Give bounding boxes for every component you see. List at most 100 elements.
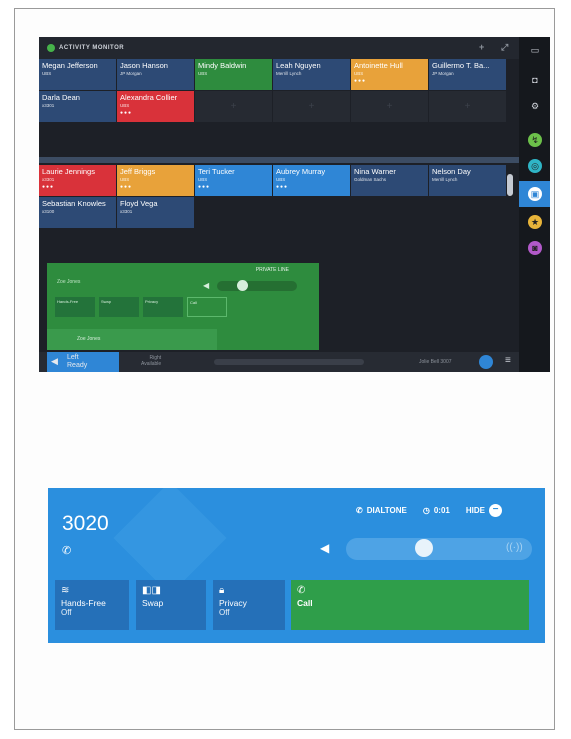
contact-company: Goldman Sachs [354,177,387,182]
footer-info: Jolie Bell 3007 [419,359,452,365]
add-icon[interactable]: + [479,42,485,52]
contact-name: Sebastian Knowles [42,199,106,208]
contact-tile[interactable]: Megan Jefferson UBS [39,59,116,90]
activity-monitor-footer: ◀ Left Ready Right Available Jolie Bell … [39,352,519,372]
empty-slot[interactable]: + [351,91,428,122]
hands-free-button[interactable]: Hands-Free [55,297,95,317]
swap-button[interactable]: Swap [99,297,139,317]
contact-tile[interactable]: Laurie Jennings x3301 ●●● [39,165,116,196]
contact-tile[interactable]: Nelson Day Merrill Lynch [429,165,506,196]
line-status-icon: ●●● [120,110,133,116]
hide-button[interactable]: − [488,503,502,517]
group-divider [39,157,519,163]
contact-tile[interactable]: Mindy Baldwin UBS [195,59,272,90]
volume-knob[interactable] [415,539,433,557]
window-icon[interactable]: ▭ [528,43,542,57]
contact-company: UBS [42,71,52,76]
extension-number: 3020 [62,512,109,535]
contact-extension: x3301 [42,103,55,108]
swap-label: Swap [142,598,164,608]
avatar[interactable] [479,355,493,369]
left-ready-label: Left Ready [67,354,88,369]
lock-icon: 🔒︎ [219,585,225,596]
contact-name: Jeff Briggs [120,167,156,176]
right-toolbar: ▭ ◘ ⚙ ↯ ◎ ▣ ★ ◙ [519,37,550,372]
contact-extension: x3100 [42,209,55,214]
call-label: Call [297,598,313,608]
camera-icon[interactable]: ◘ [528,73,542,87]
call-button[interactable]: ✆ Call [291,580,529,630]
contact-tile[interactable]: Antoinette Hull UBS ●●● [351,59,428,90]
contact-tile[interactable]: Teri Tucker UBS ●●● [195,165,272,196]
mute-icon[interactable]: ◀ [203,281,209,290]
call-status: PRIVATE LINE [255,267,289,273]
right-available-label[interactable]: Right Available [141,355,161,367]
contact-grid: Megan Jefferson UBS Jason Hanson JP Morg… [39,59,519,359]
contact-company: Merrill Lynch [276,71,302,76]
swap-button[interactable]: ◧◨ Swap [136,580,206,630]
privacy-state: Off [219,608,230,617]
empty-slot[interactable]: + [429,91,506,122]
hands-free-button[interactable]: ≋ Hands-Free Off [55,580,129,630]
call-panel: 3020 ✆ ✆ DIALTONE ◷ 0:01 HIDE − ◀ ((·)) … [48,488,545,643]
contact-company: UBS [120,177,130,182]
contact-company: UBS [276,177,286,182]
contact-tile[interactable]: Jason Hanson JP Morgan [117,59,194,90]
contact-name: Leah Nguyen [276,61,321,70]
contact-tile[interactable]: Floyd Vega x3301 [117,197,194,228]
contact-tile[interactable]: Leah Nguyen Merrill Lynch [273,59,350,90]
contact-tile[interactable]: Guillermo T. Ba... JP Morgan [429,59,506,90]
speaker-mute-icon[interactable]: ◀ [320,541,329,555]
menu-icon[interactable]: ≡ [505,355,511,366]
expand-icon[interactable]: ⤢ [501,42,509,53]
contact-tile[interactable]: Jeff Briggs UBS ●●● [117,165,194,196]
volume-knob[interactable] [237,280,248,291]
line-status-icon: ●●● [198,184,211,190]
contact-name: Megan Jefferson [42,61,98,70]
empty-slot[interactable]: + [273,91,350,122]
contact-extension: x3301 [120,209,133,214]
contact-name: Aubrey Murray [276,167,326,176]
contact-company: Merrill Lynch [432,177,458,182]
clock-icon: ◷ [422,505,430,515]
call-status-bar: ✆ DIALTONE ◷ 0:01 HIDE − [356,502,502,518]
contact-company: JP Morgan [120,71,142,76]
footer-slider[interactable] [214,359,364,365]
settings-icon[interactable]: ⚙ [528,99,542,113]
contact-tile[interactable]: Darla Dean x3301 [39,91,116,122]
app-logo-icon [47,44,55,52]
active-call-bar[interactable]: Zoe Jones [47,329,217,350]
contact-company: UBS [198,71,208,76]
privacy-button[interactable]: Privacy [143,297,183,317]
swap-icon: ◧◨ [142,585,161,596]
contacts-icon[interactable]: ◙ [528,241,542,255]
contact-name: Guillermo T. Ba... [432,61,490,70]
activity-monitor-window: ACTIVITY MONITOR + ⤢ Megan Jefferson UBS… [39,37,550,372]
hands-free-label: Hands-Free [61,598,106,608]
line-status-icon: ●●● [276,184,289,190]
privacy-button[interactable]: 🔒︎ Privacy Off [213,580,285,630]
status-icon[interactable]: ◎ [528,159,542,173]
empty-slot[interactable]: + [195,91,272,122]
call-button[interactable]: Call [187,297,227,317]
activity-monitor-title: ACTIVITY MONITOR [59,45,125,51]
wifi-icon: ≋ [61,585,70,596]
line-status-icon: ●●● [120,184,133,190]
contact-name: Jason Hanson [120,61,168,70]
left-ready-button[interactable]: ◀ Left Ready [47,352,119,372]
contact-company: UBS [198,177,208,182]
contact-tile[interactable]: Aubrey Murray UBS ●●● [273,165,350,196]
phone-icon: ✆ [356,505,363,515]
line-status-icon: ●●● [42,184,55,190]
volume-slider[interactable] [346,538,532,560]
contact-tile[interactable]: Alexandra Collier UBS ●●● [117,91,194,122]
contact-tile[interactable]: Nina Warner Goldman Sachs [351,165,428,196]
monitor-icon[interactable]: ▣ [528,187,542,201]
call-user: Zoe Jones [57,279,81,285]
star-icon[interactable]: ★ [528,215,542,229]
scrollbar[interactable] [507,174,513,196]
contact-tile[interactable]: Sebastian Knowles x3100 [39,197,116,228]
activity-icon[interactable]: ↯ [528,133,542,147]
volume-slider[interactable] [217,281,297,291]
hands-free-state: Off [61,608,72,617]
